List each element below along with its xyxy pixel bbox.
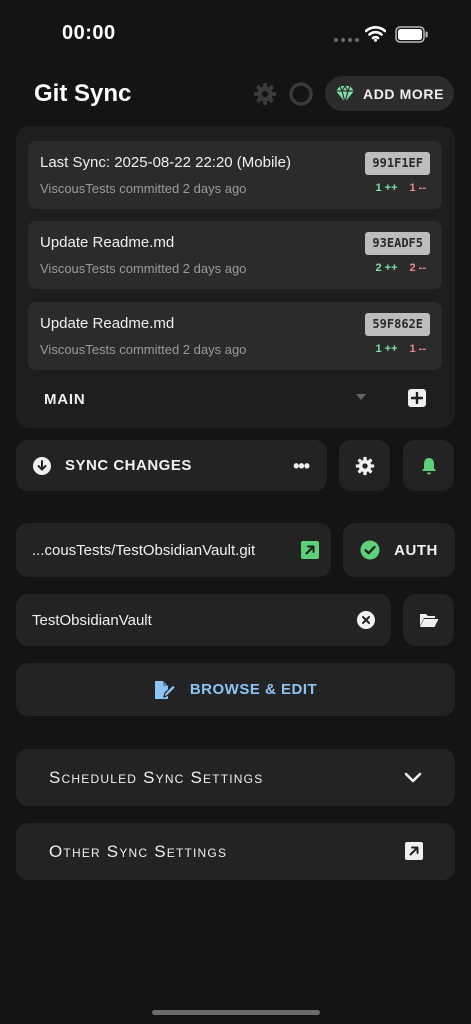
wifi-icon [365,26,386,42]
commit-item[interactable]: Last Sync: 2025-08-22 22:20 (Mobile) Vis… [28,141,442,209]
select-folder-button[interactable] [403,594,454,646]
commit-diff-stats: 2 ++ 2 -- [375,262,426,274]
bell-icon [421,457,436,474]
auth-button[interactable]: AUTH [343,523,455,577]
diamond-icon [335,84,354,103]
gear-icon [355,456,374,475]
external-link-icon[interactable] [405,842,423,860]
commit-author: ViscousTests committed 2 days ago [40,342,247,357]
browse-edit-button[interactable]: BROWSE & EDIT [16,663,455,716]
branch-selector[interactable]: MAIN [44,391,86,408]
commit-message: Last Sync: 2025-08-22 22:20 (Mobile) [40,154,291,171]
browse-edit-label: BROWSE & EDIT [189,681,318,698]
section-title: Other Sync Settings [49,841,228,861]
commit-message: Update Readme.md [40,234,175,251]
commit-author: ViscousTests committed 2 days ago [40,261,247,276]
notifications-button[interactable] [403,440,454,491]
sync-changes-label: SYNC CHANGES [65,457,192,474]
vault-name-text[interactable]: TestObsidianVault [32,612,152,629]
deletions-count: 2 -- [409,262,427,274]
plus-icon [411,392,423,404]
clear-icon[interactable] [357,611,375,629]
vault-name-field[interactable]: TestObsidianVault [16,594,391,646]
sync-settings-button[interactable] [339,440,390,491]
commit-sha[interactable]: 59F862E [365,313,430,336]
download-icon [33,456,51,475]
commit-sha[interactable]: 991F1EF [365,152,430,175]
ring-icon[interactable] [288,81,314,107]
additions-count: 2 ++ [375,262,398,274]
additions-count: 1 ++ [375,343,398,355]
check-circle-icon [360,540,380,560]
remote-url-field[interactable]: ...cousTests/TestObsidianVault.git [16,523,331,577]
add-branch-button[interactable] [408,389,426,407]
more-options-icon[interactable]: ••• [293,456,310,477]
deletions-count: 1 -- [409,182,427,194]
home-indicator[interactable] [152,1010,320,1015]
commit-diff-stats: 1 ++ 1 -- [375,343,426,355]
folder-open-icon [419,614,438,627]
auth-label: AUTH [394,541,438,559]
commit-history-panel: Last Sync: 2025-08-22 22:20 (Mobile) Vis… [16,126,455,428]
cellular-signal-icon [334,38,359,42]
add-more-button[interactable]: ADD MORE [325,76,454,111]
commit-item[interactable]: Update Readme.md ViscousTests committed … [28,221,442,289]
additions-count: 1 ++ [375,182,398,194]
app-title: Git Sync [34,80,132,107]
status-time: 00:00 [62,22,116,44]
caret-down-icon[interactable] [356,394,366,400]
edit-file-icon [154,680,176,699]
add-more-label: ADD MORE [362,85,445,102]
commit-sha[interactable]: 93EADF5 [365,232,430,255]
chevron-down-icon[interactable] [403,768,423,788]
commit-diff-stats: 1 ++ 1 -- [375,182,426,194]
scheduled-sync-settings-section[interactable]: Scheduled Sync Settings [16,749,455,806]
commit-item[interactable]: Update Readme.md ViscousTests committed … [28,302,442,370]
external-link-icon[interactable] [301,541,319,559]
remote-url-text[interactable]: ...cousTests/TestObsidianVault.git [32,542,282,559]
commit-message: Update Readme.md [40,315,175,332]
deletions-count: 1 -- [409,343,427,355]
commit-author: ViscousTests committed 2 days ago [40,181,247,196]
sync-changes-button[interactable]: SYNC CHANGES ••• [16,440,327,491]
battery-icon [395,26,428,43]
section-title: Scheduled Sync Settings [49,767,264,787]
other-sync-settings-section[interactable]: Other Sync Settings [16,823,455,880]
gear-icon[interactable] [253,82,277,106]
